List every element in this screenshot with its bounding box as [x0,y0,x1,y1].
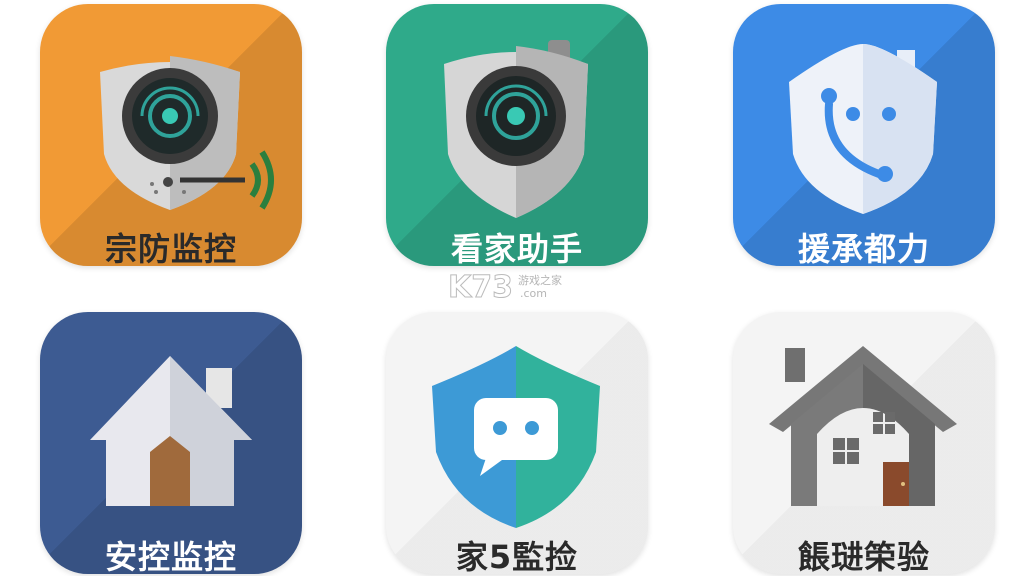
app-label: 宗防监控 [104,230,237,266]
app-tile-home-helper[interactable]: 看家助手 [386,4,648,266]
watermark-brand: K73 [448,270,514,306]
app-tile-chat-shield[interactable]: 家5監捡 [386,312,648,574]
app-tile-security-camera[interactable]: 宗防监控 [40,4,302,266]
watermark-sub: 游戏之家 [518,274,562,287]
site-watermark: K73 游戏之家 .com [448,270,578,306]
app-label: 看家助手 [450,230,583,266]
app-label: 援承都力 [797,230,930,266]
app-label: 家5監捡 [455,538,579,574]
watermark-domain: .com [520,287,547,300]
app-label: 餦琎筞验 [797,538,930,574]
app-tile-house-monitor[interactable]: 安控监控 [40,312,302,574]
app-label: 安控监控 [104,538,237,574]
app-tile-house-window[interactable]: 餦琎筞验 [733,312,995,574]
app-tile-phone-shield[interactable]: 援承都力 [733,4,995,266]
